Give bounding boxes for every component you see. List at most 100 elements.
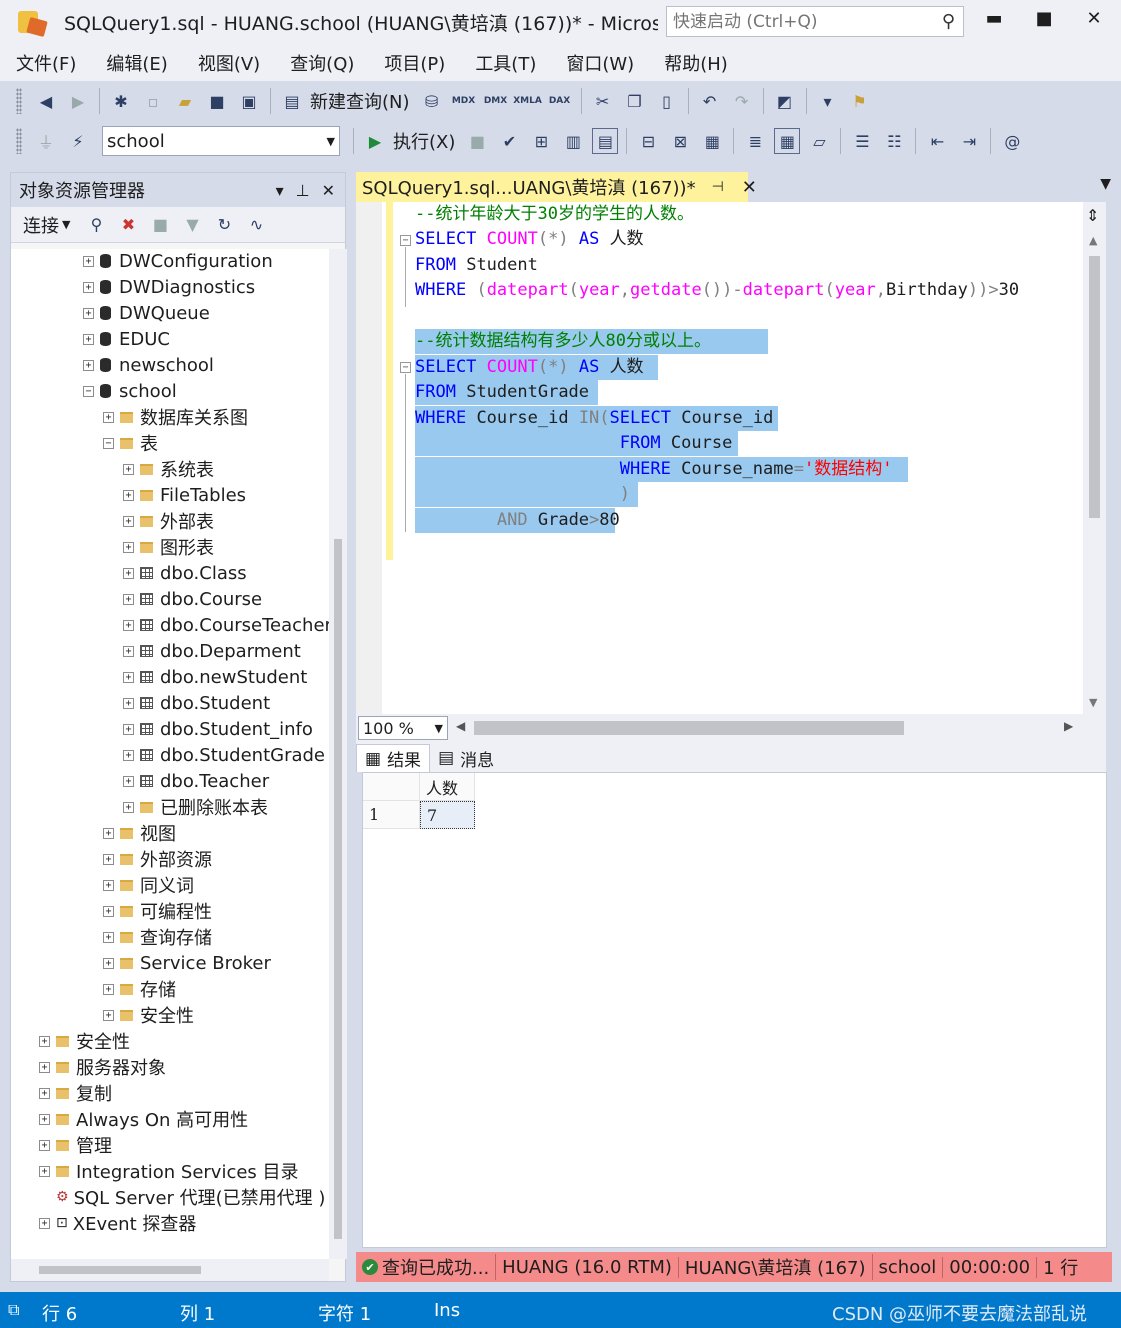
chevron-down-icon[interactable]: ▼ <box>62 218 70 231</box>
tree-node[interactable]: + dbo.Course <box>123 586 262 612</box>
dax-query-icon[interactable]: DAX <box>547 88 573 114</box>
expand-icon[interactable]: + <box>123 489 134 501</box>
expand-icon[interactable]: + <box>123 593 134 605</box>
scroll-right-icon[interactable]: ▶ <box>1064 719 1073 733</box>
tree-node[interactable]: + DWQueue <box>83 300 210 326</box>
zoom-select[interactable]: 100 % ▼ <box>358 716 448 740</box>
tree-node[interactable]: + 系统表 <box>123 456 214 482</box>
expand-icon[interactable]: + <box>103 905 114 917</box>
filter-icon[interactable]: ▼ <box>179 212 205 238</box>
tree-node[interactable]: + Integration Services 目录 <box>39 1158 299 1184</box>
panel-menu-icon[interactable]: ▾ <box>276 181 284 200</box>
scroll-left-icon[interactable]: ◀ <box>456 719 465 733</box>
back-icon[interactable]: ◀ <box>33 88 59 114</box>
tree-node[interactable]: ⚙ SQL Server 代理(已禁用代理 ) <box>39 1184 325 1210</box>
menu-query[interactable]: 查询(Q) <box>290 50 354 76</box>
client-statistics-icon[interactable]: ▦ <box>699 128 725 154</box>
refresh-icon[interactable]: ↻ <box>211 212 237 238</box>
activity-monitor-icon[interactable]: ◩ <box>772 88 798 114</box>
database-engine-query-icon[interactable]: ⛁ <box>419 88 445 114</box>
expand-icon[interactable]: + <box>103 983 114 995</box>
connect-plug-icon[interactable]: ⚲ <box>83 212 109 238</box>
tree-node[interactable]: + dbo.StudentGrade <box>123 742 325 768</box>
tree-node[interactable]: + ⊡ XEvent 探查器 <box>39 1210 196 1236</box>
save-icon[interactable]: ■ <box>204 88 230 114</box>
decrease-indent-icon[interactable]: ⇤ <box>924 128 950 154</box>
tree-node[interactable]: + 安全性 <box>103 1002 194 1028</box>
tree-node[interactable]: + DWConfiguration <box>83 249 273 274</box>
expand-icon[interactable]: + <box>39 1165 50 1177</box>
expand-icon[interactable]: + <box>39 1061 50 1073</box>
quick-launch-box[interactable]: ⚲ <box>666 6 964 37</box>
tree-node[interactable]: + 同义词 <box>103 872 194 898</box>
copy-icon[interactable]: ❐ <box>622 88 648 114</box>
menu-file[interactable]: 文件(F) <box>16 50 76 76</box>
menu-project[interactable]: 项目(P) <box>384 50 445 76</box>
tree-node[interactable]: + 已删除账本表 <box>123 794 268 820</box>
open-file-icon[interactable]: ▰ <box>172 88 198 114</box>
live-statistics-icon[interactable]: ⊠ <box>667 128 693 154</box>
tree-node[interactable]: − 表 <box>103 430 158 456</box>
tree-node[interactable]: + EDUC <box>83 326 170 352</box>
intellisense-icon[interactable]: ▤ <box>592 128 619 154</box>
cut-icon[interactable]: ✂ <box>590 88 616 114</box>
new-query-button[interactable]: 新建查询(N) <box>310 88 410 114</box>
estimated-plan-icon[interactable]: ⊞ <box>528 128 554 154</box>
save-all-icon[interactable]: ▣ <box>236 88 262 114</box>
expand-icon[interactable]: + <box>103 827 114 839</box>
expand-icon[interactable]: + <box>39 1035 50 1047</box>
results-to-grid-icon[interactable]: ▦ <box>774 128 801 154</box>
tree-node[interactable]: + 外部表 <box>123 508 214 534</box>
tree-node[interactable]: + dbo.Deparment <box>123 638 301 664</box>
tree-node[interactable]: + 数据库关系图 <box>103 404 248 430</box>
scroll-down-icon[interactable]: ▼ <box>1089 696 1097 709</box>
tree-node[interactable]: + dbo.Class <box>123 560 247 586</box>
undo-icon[interactable]: ↶ <box>697 88 723 114</box>
row-header-corner[interactable] <box>363 773 420 801</box>
find-in-files-icon[interactable]: ⚑ <box>847 88 873 114</box>
editor-horizontal-scrollbar[interactable] <box>474 721 1064 735</box>
results-to-text-icon[interactable]: ≣ <box>742 128 768 154</box>
results-to-file-icon[interactable]: ▱ <box>806 128 832 154</box>
expand-icon[interactable]: + <box>123 645 134 657</box>
pin-icon[interactable]: ⊥ <box>296 181 310 200</box>
parse-icon[interactable]: ✔ <box>496 128 522 154</box>
menu-tools[interactable]: 工具(T) <box>475 50 536 76</box>
search-icon[interactable]: ⚲ <box>942 11 955 32</box>
collapse-icon[interactable]: − <box>83 385 94 397</box>
tree-node[interactable]: + 安全性 <box>39 1028 130 1054</box>
expand-icon[interactable]: + <box>39 1087 50 1099</box>
tree-node[interactable]: + 视图 <box>103 820 176 846</box>
expand-icon[interactable]: + <box>103 879 114 891</box>
scroll-up-icon[interactable]: ▲ <box>1089 234 1097 247</box>
expand-icon[interactable]: + <box>123 463 134 475</box>
execute-button[interactable]: 执行(X) <box>393 128 455 154</box>
connect-icon[interactable]: ⏚ <box>33 128 59 154</box>
tab-sqlquery1[interactable]: SQLQuery1.sql...UANG\黄培滇 (167))* ⊣ ✕ <box>356 172 757 202</box>
disconnect-icon[interactable]: ✖ <box>115 212 141 238</box>
tree-node[interactable]: + Always On 高可用性 <box>39 1106 248 1132</box>
quick-launch-input[interactable] <box>667 11 927 32</box>
expand-icon[interactable]: + <box>83 333 94 345</box>
expand-icon[interactable]: + <box>39 1113 50 1125</box>
expand-icon[interactable]: + <box>103 411 114 423</box>
expand-icon[interactable]: + <box>83 307 94 319</box>
tree-node[interactable]: + 查询存储 <box>103 924 212 950</box>
specify-values-icon[interactable]: @ <box>999 128 1025 154</box>
increase-indent-icon[interactable]: ⇥ <box>956 128 982 154</box>
tree-vertical-scrollbar[interactable] <box>329 249 347 1259</box>
tree-node[interactable]: + dbo.Student <box>123 690 270 716</box>
close-button[interactable]: ✕ <box>1080 8 1108 34</box>
expand-icon[interactable]: + <box>123 697 134 709</box>
expand-icon[interactable]: + <box>103 957 114 969</box>
new-project-icon[interactable]: ✱ <box>108 88 134 114</box>
sql-editor[interactable]: − − --统计年龄大于30岁的学生的人数。 SELECT COUNT(*) A… <box>356 202 1106 714</box>
xmla-query-icon[interactable]: XMLA <box>513 88 542 114</box>
cancel-query-icon[interactable]: ■ <box>464 128 490 154</box>
expand-icon[interactable]: + <box>123 749 134 761</box>
expand-icon[interactable]: + <box>83 281 94 293</box>
tab-messages[interactable]: ▤ 消息 <box>430 744 502 772</box>
tree-node[interactable]: + 外部资源 <box>103 846 212 872</box>
tab-overflow-dropdown-icon[interactable]: ▼ <box>1100 176 1111 192</box>
panel-close-icon[interactable]: ✕ <box>322 181 335 200</box>
